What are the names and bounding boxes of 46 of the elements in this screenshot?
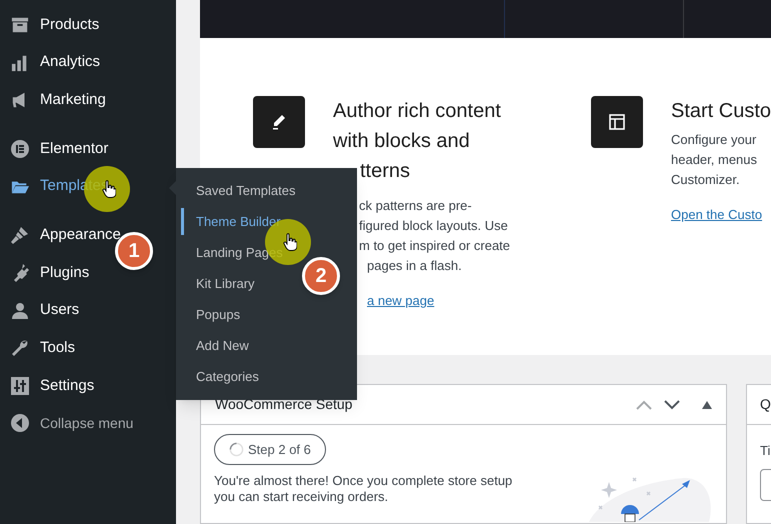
description-line: m to get inspired or create bbox=[359, 237, 510, 255]
body-text-line: You're almost there! Once you complete store setup bbox=[214, 473, 514, 489]
spinner-icon bbox=[229, 442, 244, 457]
description-line: pages in a flash. bbox=[367, 257, 463, 275]
triangle-up-icon[interactable] bbox=[702, 400, 712, 408]
sidebar-item[interactable]: Tools bbox=[40, 337, 76, 360]
submenu-item[interactable]: Kit Library bbox=[196, 274, 255, 294]
paintbrush-icon bbox=[10, 225, 30, 246]
description-line: Configure your bbox=[671, 131, 758, 149]
layout-icon bbox=[607, 112, 627, 132]
body-text-line: you can start receiving orders. bbox=[214, 489, 390, 505]
sidebar-item[interactable]: Elementor bbox=[40, 138, 108, 160]
submenu-item[interactable]: Saved Templates bbox=[196, 180, 296, 200]
step-badge: Step 2 of 6 bbox=[214, 434, 326, 465]
submenu-item[interactable]: Add New bbox=[196, 336, 249, 356]
sidebar-item[interactable]: Plugins bbox=[40, 262, 90, 284]
sidebar-item[interactable]: Analytics bbox=[40, 51, 100, 74]
collapse-menu-button[interactable]: Collapse menu bbox=[40, 412, 134, 434]
e-circle-icon bbox=[10, 138, 30, 159]
description-line: figured block layouts. Use bbox=[359, 217, 509, 235]
heading-line: with blocks and bbox=[333, 129, 471, 154]
user-icon bbox=[10, 300, 30, 321]
description-line: ck patterns are pre- bbox=[359, 197, 473, 215]
sidebar-item[interactable]: Users bbox=[40, 299, 80, 322]
archive-icon bbox=[10, 16, 30, 34]
heading-line: tterns bbox=[360, 159, 412, 184]
field-label: Ti bbox=[760, 442, 771, 460]
selection-bar bbox=[181, 208, 184, 235]
panel-title: Q bbox=[760, 395, 771, 414]
submenu-item[interactable]: Categories bbox=[196, 366, 259, 386]
hand-cursor-icon bbox=[283, 233, 297, 251]
wrench-icon bbox=[10, 338, 30, 358]
link[interactable]: a new page bbox=[367, 291, 434, 310]
panel-title: WooCommerce Setup bbox=[215, 395, 354, 414]
collapse-icon bbox=[10, 413, 30, 434]
link[interactable]: Open the Custo bbox=[671, 205, 762, 224]
heading-line: Author rich content bbox=[333, 99, 502, 124]
sidebar-item[interactable]: Settings bbox=[40, 374, 94, 398]
submenu-item[interactable]: Popups bbox=[196, 304, 240, 324]
description-line: header, menus bbox=[671, 151, 758, 169]
sidebar-item[interactable]: Products bbox=[40, 14, 100, 36]
description-line: Customizer. bbox=[671, 171, 741, 189]
sidebar-item[interactable]: Marketing bbox=[40, 88, 106, 112]
sliders-icon bbox=[10, 376, 30, 396]
chevron-down-icon[interactable] bbox=[664, 400, 680, 410]
heading-line: Start Custo bbox=[671, 99, 771, 124]
